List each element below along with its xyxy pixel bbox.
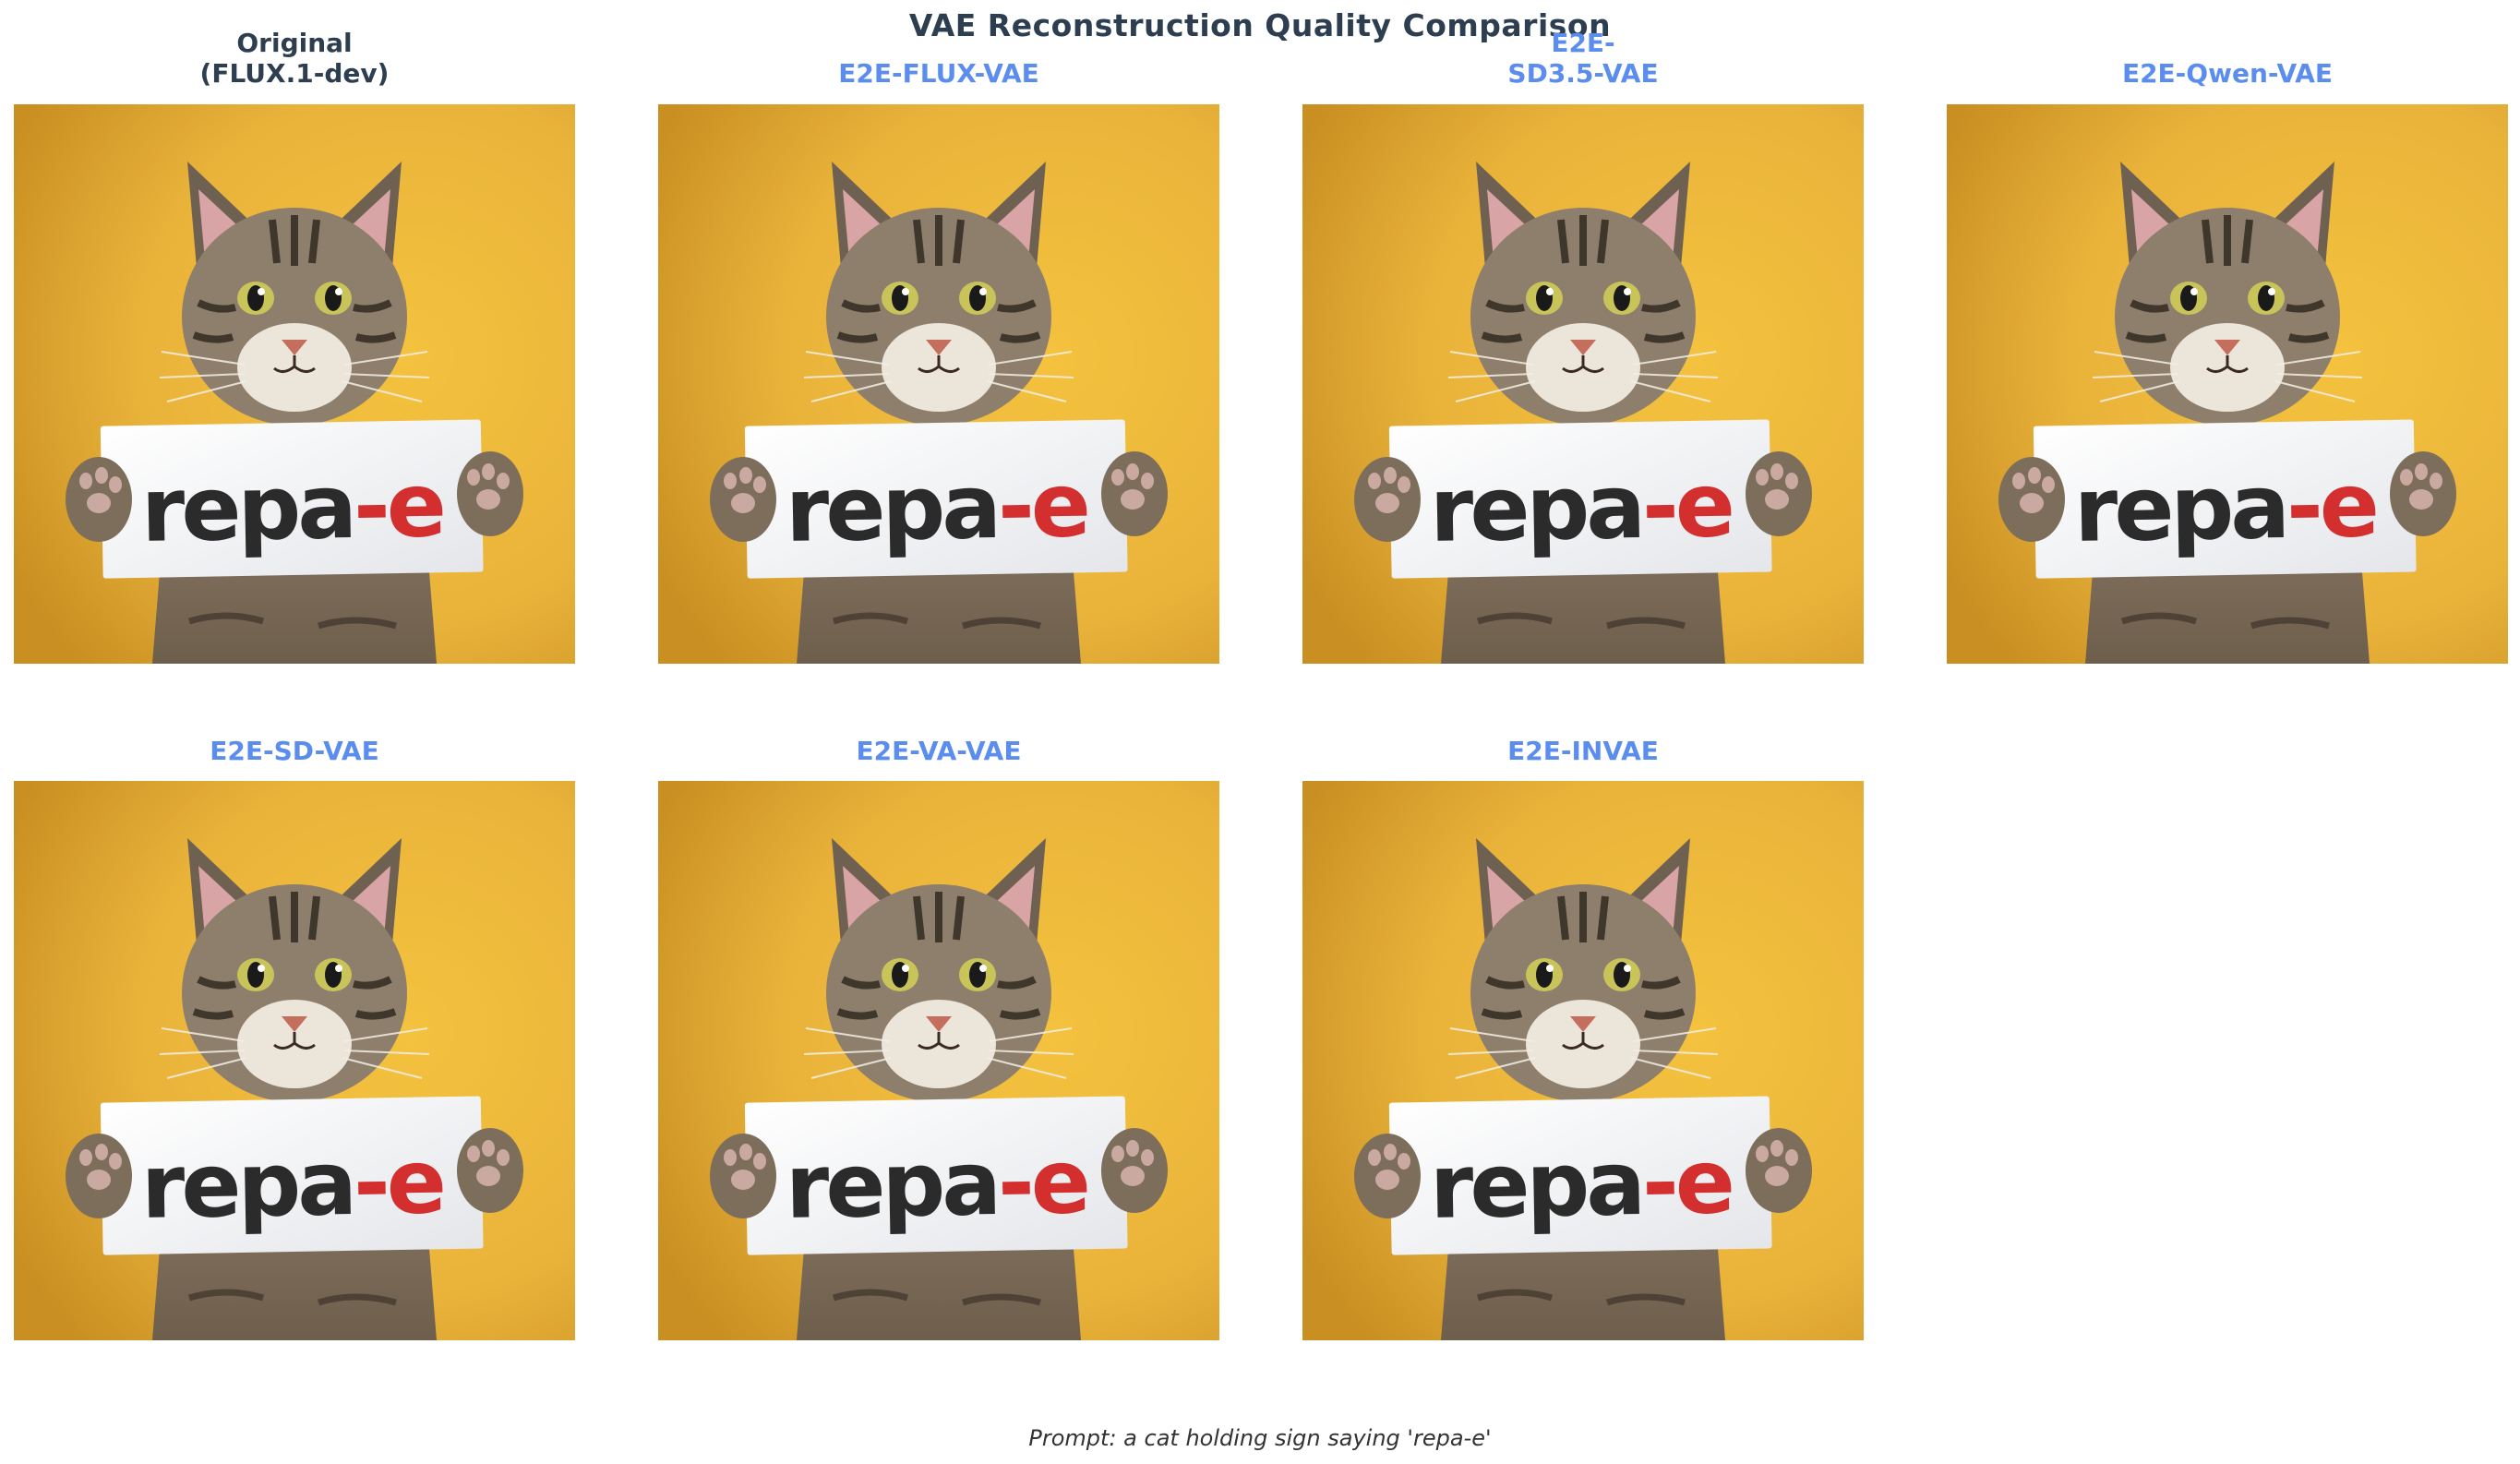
svg-text:repa-e: repa-e <box>140 453 444 562</box>
cat-photo: repa-e <box>1302 781 1864 1340</box>
panel-label-line: E2E-INVAE <box>1507 736 1659 766</box>
cat-paw-left <box>1354 1134 1421 1218</box>
cat-paw-right <box>1101 451 1168 536</box>
sign-text-red: -e <box>2286 453 2377 558</box>
panel-label-line: Original <box>236 28 353 58</box>
cat-photo: repa-e <box>1947 104 2508 664</box>
sign-text-dark: repa <box>1429 1132 1643 1239</box>
panel-label-e2e-invae: E2E-INVAE <box>1302 736 1864 766</box>
panel-label-line: E2E-VA-VAE <box>856 736 1022 766</box>
panel-label-line: E2E-Qwen-VAE <box>2121 58 2334 89</box>
sign-text-dark: repa <box>140 1132 354 1239</box>
image-panel-original: repa-e <box>14 104 575 664</box>
sign: repa-e <box>100 1096 484 1255</box>
svg-text:repa-e: repa-e <box>1429 1130 1733 1239</box>
sign: repa-e <box>744 419 1128 579</box>
cat-paw-right <box>1746 1128 1812 1213</box>
panel-label-e2e-va-vae: E2E-VA-VAE <box>658 736 1219 766</box>
sign-text-red: -e <box>353 453 444 558</box>
sign: repa-e <box>1388 1096 1772 1255</box>
cat-paw-left <box>66 457 132 542</box>
panel-label-e2e-sd-vae: E2E-SD-VAE <box>14 736 575 766</box>
cat-paw-left <box>710 457 776 542</box>
image-panel-e2e-sd35-vae: repa-e <box>1302 104 1864 664</box>
sign-text-dark: repa <box>785 455 999 562</box>
image-panel-e2e-flux-vae: repa-e <box>658 104 1219 664</box>
image-panel-e2e-sd-vae: repa-e <box>14 781 575 1340</box>
cat-photo: repa-e <box>658 104 1219 664</box>
cat-paw-right <box>457 1128 523 1213</box>
sign-text-red: -e <box>1641 453 1733 558</box>
panel-label-e2e-qwen-vae: E2E-Qwen-VAE <box>1947 58 2508 89</box>
cat-photo: repa-e <box>14 781 575 1340</box>
panel-label-line: (FLUX.1-dev) <box>199 58 390 89</box>
image-panel-e2e-va-vae: repa-e <box>658 781 1219 1340</box>
panel-label-e2e-sd35-vae: E2E- SD3.5-VAE <box>1302 28 1864 89</box>
cat-photo: repa-e <box>1302 104 1864 664</box>
sign-text-red: -e <box>997 1130 1088 1235</box>
svg-text:repa-e: repa-e <box>785 453 1088 562</box>
panel-label-line: E2E- <box>1551 28 1615 58</box>
cat-photo: repa-e <box>14 104 575 664</box>
cat-paw-left <box>1998 457 2065 542</box>
svg-text:repa-e: repa-e <box>1429 453 1733 562</box>
panel-label-line: E2E-SD-VAE <box>210 736 379 766</box>
sign-text-dark: repa <box>2073 455 2287 562</box>
cat-paw-left <box>1354 457 1421 542</box>
prompt-caption: Prompt: a cat holding sign saying 'repa-… <box>1028 1425 1492 1451</box>
sign-text-dark: repa <box>140 455 354 562</box>
svg-text:repa-e: repa-e <box>785 1130 1088 1239</box>
panel-label-line: E2E-FLUX-VAE <box>838 58 1039 89</box>
cat-paw-right <box>2390 451 2456 536</box>
cat-paw-left <box>66 1134 132 1218</box>
cat-paw-right <box>1746 451 1812 536</box>
image-panel-e2e-invae: repa-e <box>1302 781 1864 1340</box>
panel-label-e2e-flux-vae: E2E-FLUX-VAE <box>658 58 1219 89</box>
sign-text-dark: repa <box>1429 455 1643 562</box>
cat-photo: repa-e <box>658 781 1219 1340</box>
svg-text:repa-e: repa-e <box>140 1130 444 1239</box>
sign-text-dark: repa <box>785 1132 999 1239</box>
image-panel-e2e-qwen-vae: repa-e <box>1947 104 2508 664</box>
cat-paw-right <box>457 451 523 536</box>
sign-text-red: -e <box>353 1130 444 1235</box>
sign: repa-e <box>744 1096 1128 1255</box>
panel-label-line: SD3.5-VAE <box>1507 58 1659 89</box>
panel-label-original: Original (FLUX.1-dev) <box>14 28 575 89</box>
cat-paw-left <box>710 1134 776 1218</box>
cat-paw-right <box>1101 1128 1168 1213</box>
sign-text-red: -e <box>1641 1130 1733 1235</box>
sign: repa-e <box>1388 419 1772 579</box>
sign: repa-e <box>100 419 484 579</box>
svg-text:repa-e: repa-e <box>2073 453 2377 562</box>
sign-text-red: -e <box>997 453 1088 558</box>
sign: repa-e <box>2033 419 2417 579</box>
